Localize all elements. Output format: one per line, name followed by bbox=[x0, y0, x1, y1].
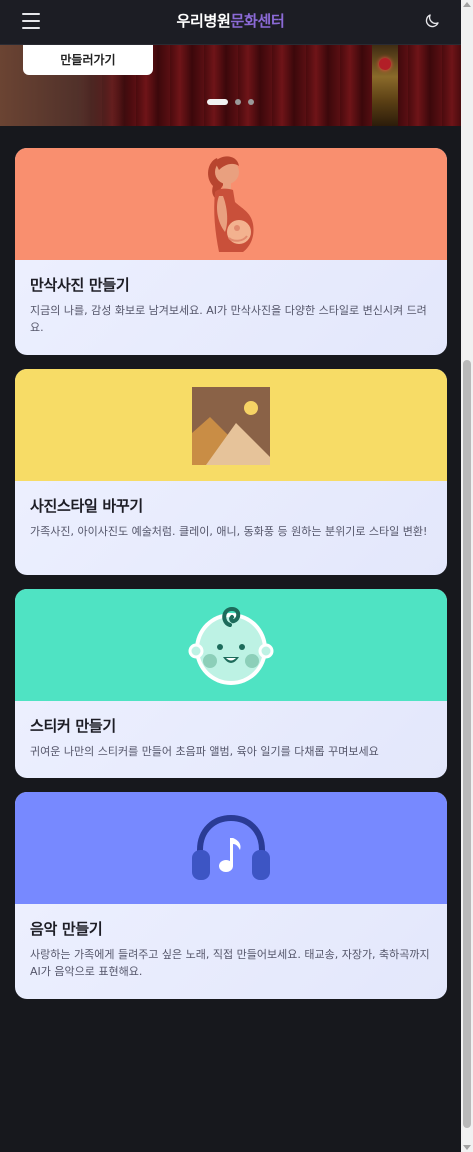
headphones-music-icon bbox=[192, 814, 270, 880]
hero-banner-carousel[interactable]: 만들러가기 bbox=[0, 44, 461, 126]
moon-icon[interactable] bbox=[423, 12, 441, 30]
top-navigation-bar: 우리병원문화센터 bbox=[0, 0, 461, 45]
site-title[interactable]: 우리병원문화센터 bbox=[0, 10, 461, 31]
scroll-up-arrow-icon[interactable] bbox=[463, 2, 471, 7]
card-title: 사진스타일 바꾸기 bbox=[30, 497, 143, 515]
pregnant-woman-icon bbox=[208, 156, 254, 252]
hero-ornament-decoration bbox=[372, 44, 398, 126]
card-music[interactable]: 음악 만들기 사랑하는 가족에게 들려주고 싶은 노래, 직접 만들어보세요. … bbox=[15, 792, 447, 999]
card-title: 음악 만들기 bbox=[30, 920, 103, 938]
card-description: 가족사진, 아이사진도 예술처럼. 클레이, 애니, 동화풍 등 원하는 분위기… bbox=[30, 525, 428, 538]
card-description: 귀여운 나만의 스티커를 만들어 초음파 앨범, 육아 일기를 다채롭 꾸며보세… bbox=[30, 745, 379, 758]
carousel-dot-2[interactable] bbox=[235, 99, 241, 105]
scroll-down-arrow-icon[interactable] bbox=[463, 1145, 471, 1150]
carousel-dot-1[interactable] bbox=[207, 99, 228, 105]
card-title: 스티커 만들기 bbox=[30, 717, 116, 735]
card-body: 음악 만들기 사랑하는 가족에게 들려주고 싶은 노래, 직접 만들어보세요. … bbox=[15, 904, 447, 980]
card-photo-style[interactable]: 사진스타일 바꾸기 가족사진, 아이사진도 예술처럼. 클레이, 애니, 동화풍… bbox=[15, 369, 447, 575]
card-sticker[interactable]: 스티커 만들기 귀여운 나만의 스티커를 만들어 초음파 앨범, 육아 일기를 … bbox=[15, 589, 447, 778]
hero-cta-button[interactable]: 만들러가기 bbox=[23, 44, 153, 75]
carousel-dot-3[interactable] bbox=[248, 99, 254, 105]
card-maternity-photo[interactable]: 만삭사진 만들기 지금의 나를, 감성 화보로 남겨보세요. AI가 만삭사진을… bbox=[15, 148, 447, 355]
site-title-accent: 문화센터 bbox=[230, 12, 285, 30]
card-banner bbox=[15, 589, 447, 701]
card-banner bbox=[15, 369, 447, 481]
card-banner bbox=[15, 792, 447, 904]
landscape-picture-icon bbox=[192, 387, 270, 465]
card-banner bbox=[15, 148, 447, 260]
card-title: 만삭사진 만들기 bbox=[30, 276, 130, 294]
card-body: 사진스타일 바꾸기 가족사진, 아이사진도 예술처럼. 클레이, 애니, 동화풍… bbox=[15, 481, 447, 540]
card-body: 스티커 만들기 귀여운 나만의 스티커를 만들어 초음파 앨범, 육아 일기를 … bbox=[15, 701, 447, 760]
card-description: 지금의 나를, 감성 화보로 남겨보세요. AI가 만삭사진을 다양한 스타일로… bbox=[30, 304, 427, 334]
site-title-main: 우리병원 bbox=[176, 12, 231, 30]
card-description: 사랑하는 가족에게 들려주고 싶은 노래, 직접 만들어보세요. 태교송, 자장… bbox=[30, 948, 430, 978]
card-body: 만삭사진 만들기 지금의 나를, 감성 화보로 남겨보세요. AI가 만삭사진을… bbox=[15, 260, 447, 336]
baby-face-icon bbox=[188, 606, 274, 685]
scrollbar-thumb[interactable] bbox=[463, 360, 471, 1128]
